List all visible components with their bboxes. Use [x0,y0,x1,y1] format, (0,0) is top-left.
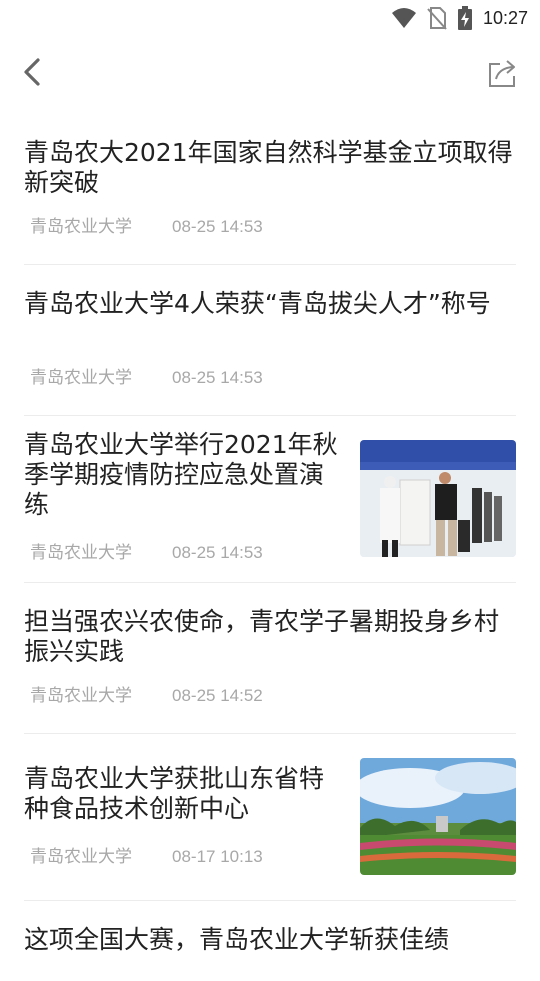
article-time: 08-25 14:52 [172,686,263,705]
article-time: 08-25 14:53 [172,543,263,562]
share-button[interactable] [486,58,518,90]
article-meta: 青岛农业大学 08-25 14:52 [24,681,263,706]
article-source: 青岛农业大学 [30,368,132,387]
article-source: 青岛农业大学 [30,847,132,866]
article-thumbnail[interactable] [360,440,516,557]
article-meta: 青岛农业大学 08-25 14:53 [24,538,263,563]
list-item[interactable]: 青岛农业大学举行2021年秋季学期疫情防控应急处置演练 青岛农业大学 08-25 … [24,416,516,583]
article-title[interactable]: 青岛农业大学举行2021年秋季学期疫情防控应急处置演练 [24,430,344,520]
article-title[interactable]: 青岛农业大学4人荣获“青岛拔尖人才”称号 [24,289,516,319]
list-item[interactable]: 这项全国大赛，青岛农业大学斩获佳绩 [24,901,516,981]
list-item[interactable]: 青岛农业大学4人荣获“青岛拔尖人才”称号 青岛农业大学 08-25 14:53 [24,265,516,416]
article-title[interactable]: 这项全国大赛，青岛农业大学斩获佳绩 [24,925,516,955]
article-source: 青岛农业大学 [30,686,132,705]
battery-charging-icon [457,6,472,30]
article-thumbnail[interactable] [360,758,516,875]
article-title[interactable]: 青岛农大2021年国家自然科学基金立项取得新突破 [24,138,516,198]
article-list: 青岛农大2021年国家自然科学基金立项取得新突破 青岛农业大学 08-25 14:… [24,116,516,981]
article-time: 08-25 14:53 [172,368,263,387]
drill-photo-image [360,440,516,557]
article-title[interactable]: 担当强农兴农使命，青农学子暑期投身乡村振兴实践 [24,607,516,667]
article-title[interactable]: 青岛农业大学获批山东省特种食品技术创新中心 [24,764,344,824]
list-item[interactable]: 青岛农业大学获批山东省特种食品技术创新中心 青岛农业大学 08-17 10:13 [24,734,516,901]
article-time: 08-17 10:13 [172,847,263,866]
back-button[interactable] [18,56,50,88]
status-bar: 10:27 [0,0,540,36]
list-item[interactable]: 担当强农兴农使命，青农学子暑期投身乡村振兴实践 青岛农业大学 08-25 14:5… [24,583,516,734]
toolbar [0,36,540,112]
wifi-icon [391,8,416,28]
campus-photo-image [360,758,516,875]
article-source: 青岛农业大学 [30,543,132,562]
article-meta: 青岛农业大学 08-25 14:53 [24,363,263,388]
no-sim-icon [427,7,447,30]
article-meta: 青岛农业大学 08-25 14:53 [24,212,263,237]
article-source: 青岛农业大学 [30,217,132,236]
list-item[interactable]: 青岛农大2021年国家自然科学基金立项取得新突破 青岛农业大学 08-25 14:… [24,116,516,265]
clock: 10:27 [482,7,528,28]
article-meta: 青岛农业大学 08-17 10:13 [24,842,263,867]
article-time: 08-25 14:53 [172,217,263,236]
